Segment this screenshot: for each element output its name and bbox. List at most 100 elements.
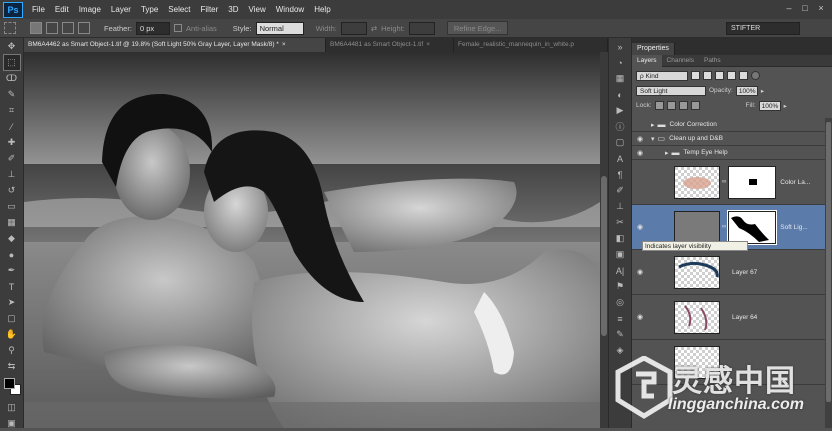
- lock-image-icon[interactable]: [666, 101, 676, 110]
- eye-icon[interactable]: ◉: [632, 313, 648, 321]
- hand-tool-icon[interactable]: ✋: [4, 327, 20, 342]
- layer-67[interactable]: ◉ Layer 67: [632, 250, 825, 295]
- antialias-checkbox[interactable]: [173, 24, 182, 32]
- move-tool-icon[interactable]: ✥: [4, 39, 20, 54]
- history-brush-tool-icon[interactable]: ↺: [4, 183, 20, 198]
- filter-toggle-icon[interactable]: [751, 71, 760, 80]
- eye-icon[interactable]: ◉: [632, 223, 648, 231]
- lasso-tool-icon[interactable]: ↀ: [4, 71, 20, 86]
- menu-help[interactable]: Help: [309, 5, 335, 14]
- eye-icon[interactable]: ◉: [632, 135, 648, 143]
- layer-64[interactable]: ◉ Layer 64: [632, 295, 825, 340]
- path-selection-tool-icon[interactable]: ➤: [4, 295, 20, 310]
- tool-presets-panel-icon[interactable]: ✂: [612, 215, 628, 230]
- menu-select[interactable]: Select: [163, 5, 195, 14]
- layer-group-color-correction[interactable]: ▸ ▬ Color Correction: [632, 118, 825, 132]
- dock-collapse-icon[interactable]: »: [612, 39, 628, 54]
- marquee-tool-icon[interactable]: ⬚: [2, 54, 21, 71]
- blur-tool-icon[interactable]: ◆: [4, 231, 20, 246]
- subtract-from-selection-icon[interactable]: [62, 22, 74, 34]
- pen-tool-icon[interactable]: ✒: [4, 263, 20, 278]
- chevron-right-icon[interactable]: ▸: [665, 149, 669, 157]
- brush-panel-icon[interactable]: ✐: [612, 183, 628, 198]
- eye-icon[interactable]: ◉: [632, 149, 648, 157]
- width-input[interactable]: [340, 21, 367, 35]
- swatches-panel-icon[interactable]: ▦: [612, 71, 628, 86]
- workspace-switcher[interactable]: STIFTER: [726, 22, 800, 35]
- intersect-selection-icon[interactable]: [78, 22, 90, 34]
- tab-properties[interactable]: Properties: [632, 43, 675, 55]
- tab-document-3[interactable]: Female_realistic_mannequin_in_white.p: [454, 38, 608, 52]
- chevron-down-icon[interactable]: ▾: [651, 135, 655, 143]
- character-panel-icon[interactable]: A: [612, 151, 628, 166]
- quick-mask-icon[interactable]: ◫: [4, 400, 20, 415]
- foreground-color-swatch[interactable]: [3, 378, 15, 389]
- filter-shape-icon[interactable]: [727, 71, 736, 80]
- menu-edit[interactable]: Edit: [50, 5, 74, 14]
- clone-source-panel-icon[interactable]: ⊥: [612, 199, 628, 214]
- close-button[interactable]: ×: [814, 2, 828, 14]
- tab-paths[interactable]: Paths: [699, 55, 726, 67]
- eyedropper-tool-icon[interactable]: ⁄: [4, 119, 20, 134]
- close-tab-icon[interactable]: ×: [426, 41, 430, 48]
- filter-smart-object-icon[interactable]: [739, 71, 748, 80]
- tab-layers[interactable]: Layers: [632, 55, 662, 67]
- paths-panel-icon[interactable]: ⚑: [612, 279, 628, 294]
- tab-document-2[interactable]: BM6A4481 as Smart Object-1.tif ×: [326, 38, 454, 52]
- type-tool-icon[interactable]: T: [4, 279, 20, 294]
- link-icon[interactable]: ∞: [722, 224, 726, 230]
- menu-image[interactable]: Image: [74, 5, 106, 14]
- menu-filter[interactable]: Filter: [196, 5, 224, 14]
- paragraph-panel-icon[interactable]: ¶: [612, 167, 628, 182]
- quick-selection-tool-icon[interactable]: ✎: [4, 87, 20, 102]
- minimize-button[interactable]: –: [782, 2, 796, 14]
- fill-dropdown-icon[interactable]: ▸: [784, 102, 787, 110]
- lock-all-icon[interactable]: [690, 101, 700, 110]
- navigator-panel-icon[interactable]: ▢: [612, 135, 628, 150]
- style-select[interactable]: Normal: [255, 21, 304, 35]
- feather-input[interactable]: 0 px: [135, 21, 170, 35]
- clone-stamp-tool-icon[interactable]: ⊥: [4, 167, 20, 182]
- close-tab-icon[interactable]: ×: [282, 41, 286, 48]
- link-icon[interactable]: ∞: [722, 179, 726, 185]
- gradient-tool-icon[interactable]: ▦: [4, 215, 20, 230]
- screen-mode-icon[interactable]: ▣: [4, 416, 20, 431]
- crop-tool-icon[interactable]: ⌗: [4, 103, 20, 118]
- menu-file[interactable]: File: [27, 5, 50, 14]
- channels-panel-icon[interactable]: ≡: [612, 311, 628, 326]
- tab-channels[interactable]: Channels: [662, 55, 699, 67]
- text-panel-icon[interactable]: A|: [612, 263, 628, 278]
- actions-panel-icon[interactable]: ▶: [612, 103, 628, 118]
- filter-type-icon[interactable]: [715, 71, 724, 80]
- eraser-tool-icon[interactable]: ▭: [4, 199, 20, 214]
- lock-position-icon[interactable]: [678, 101, 688, 110]
- menu-view[interactable]: View: [244, 5, 271, 14]
- tab-document-1[interactable]: BM6A4462 as Smart Object-1.tif @ 19.8% (…: [24, 38, 326, 52]
- styles-panel-icon[interactable]: ▣: [612, 247, 628, 262]
- maximize-button[interactable]: □: [798, 2, 812, 14]
- history-panel-icon[interactable]: ◔: [612, 55, 628, 70]
- filter-adjustment-icon[interactable]: [703, 71, 712, 80]
- healing-brush-tool-icon[interactable]: ✚: [4, 135, 20, 150]
- refine-edge-button[interactable]: Refine Edge...: [446, 21, 509, 35]
- layer-comps-panel-icon[interactable]: ◧: [612, 231, 628, 246]
- opacity-dropdown-icon[interactable]: ▸: [761, 87, 764, 95]
- menu-window[interactable]: Window: [271, 5, 309, 14]
- default-colors-icon[interactable]: ⇆: [4, 359, 20, 374]
- layer-group-clean-up[interactable]: ◉ ▾ ▭ Clean up and D&B: [632, 132, 825, 146]
- color-swatches[interactable]: [2, 376, 22, 398]
- zoom-tool-icon[interactable]: ⚲: [4, 343, 20, 358]
- filter-kind-select[interactable]: ρ Kind: [636, 70, 688, 81]
- menu-layer[interactable]: Layer: [106, 5, 136, 14]
- height-input[interactable]: [408, 21, 435, 35]
- adjustments-panel-icon[interactable]: ◐: [612, 87, 628, 102]
- canvas-scroll-thumb[interactable]: [601, 176, 607, 336]
- add-to-selection-icon[interactable]: [46, 22, 58, 34]
- layer-color-layer[interactable]: ∞ Color La...: [632, 160, 825, 205]
- blend-mode-select[interactable]: Soft Light: [636, 85, 706, 96]
- notes-panel-icon[interactable]: ✎: [612, 327, 628, 342]
- layer-group-temp-eye-help[interactable]: ◉ ▸ ▬ Temp Eye Help: [632, 146, 825, 160]
- rectangle-tool-icon[interactable]: ▢: [4, 311, 20, 326]
- fill-input[interactable]: 100%: [758, 100, 781, 111]
- lock-transparency-icon[interactable]: [654, 101, 664, 110]
